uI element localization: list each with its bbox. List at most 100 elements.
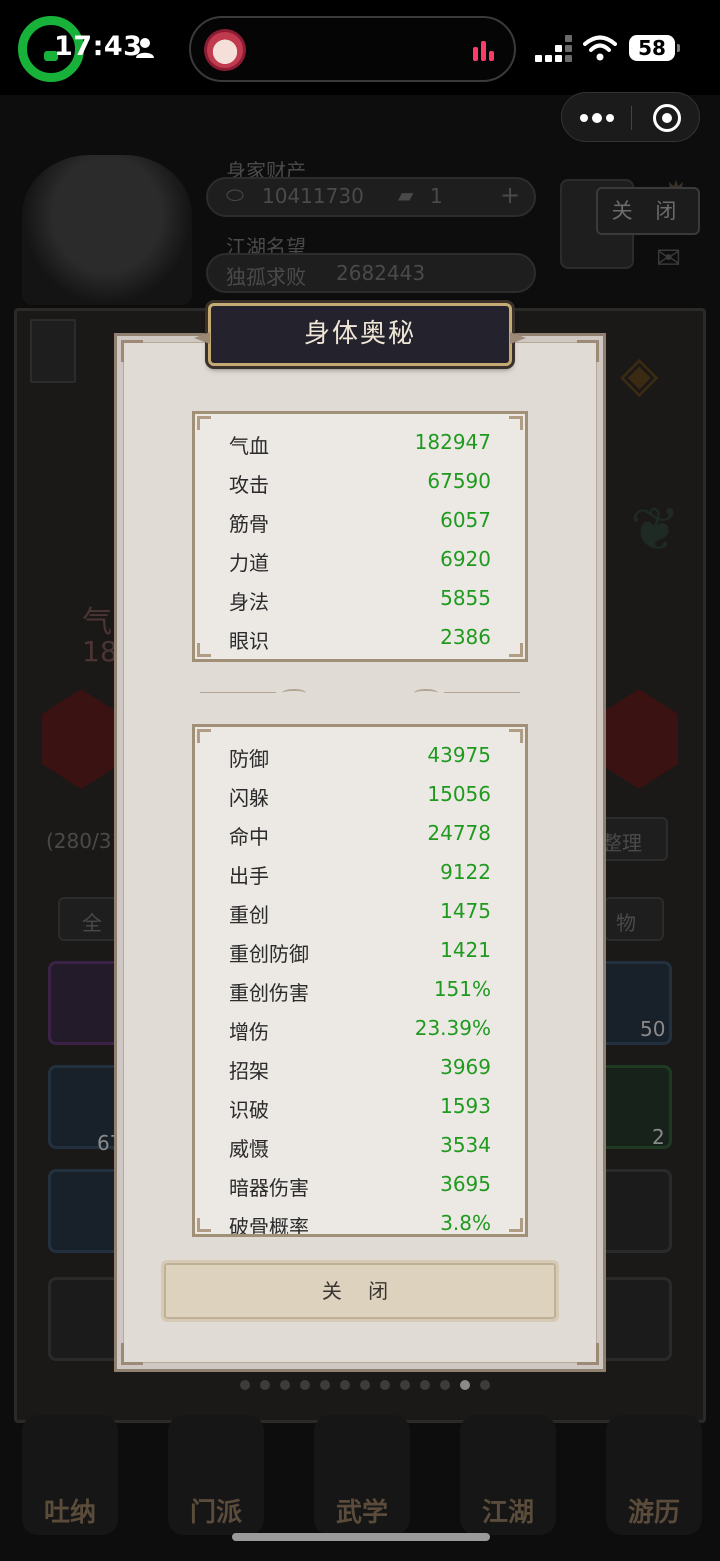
stat-value: 182947: [414, 430, 491, 454]
stat-label: 增伤: [229, 1020, 269, 1044]
tab-all-label: 全: [82, 911, 102, 935]
person-icon: [136, 38, 154, 58]
stat-row: 增伤 23.39%: [229, 1008, 491, 1047]
stat-row: 威慑 3534: [229, 1125, 491, 1164]
stat-value: 1593: [440, 1094, 491, 1118]
secondary-stats-list[interactable]: 防御 43975 闪躲 15056 命中 24778 出手 9122 重创 14…: [192, 724, 528, 1237]
mail-icon[interactable]: ✉: [656, 241, 681, 276]
gem-value: 1: [430, 184, 443, 208]
corner-ornament: [509, 643, 523, 657]
wifi-icon: [583, 35, 617, 61]
stat-label: 筋骨: [229, 512, 269, 536]
stat-value: 3.8%: [440, 1211, 491, 1235]
stat-row: 识破 1593: [229, 1086, 491, 1125]
nav-menpai[interactable]: 门派: [168, 1415, 264, 1535]
dialog-title: 身体奥秘: [303, 319, 416, 349]
nav-youli[interactable]: 游历: [606, 1415, 702, 1535]
nav-tuna[interactable]: 吐纳: [22, 1415, 118, 1535]
battery-icon: 58: [629, 35, 680, 61]
corner-ornament: [509, 416, 523, 430]
post-icon[interactable]: [30, 319, 76, 383]
bag-slot-count: 50: [640, 1017, 666, 1041]
app-avatar-icon: [204, 29, 246, 71]
miniapp-capsule: [561, 92, 700, 142]
stat-row: 闪躲 15056: [229, 774, 491, 813]
tab-item-label: 物: [616, 911, 636, 935]
close-button[interactable]: 关 闭: [161, 1260, 559, 1322]
nav-youli-label: 游历: [627, 1498, 680, 1528]
background-close-button[interactable]: 关 闭: [596, 187, 700, 235]
stat-value: 6920: [440, 547, 491, 571]
stat-label: 气血: [229, 434, 269, 458]
stat-label: 重创: [229, 903, 269, 927]
nav-wuxue-label: 武学: [335, 1498, 388, 1528]
stat-label: 重创伤害: [229, 981, 309, 1005]
stat-row: 命中 24778: [229, 813, 491, 852]
dynamic-island[interactable]: [189, 16, 516, 82]
stat-row: 力道 6920: [229, 539, 491, 578]
corner-ornament: [509, 1218, 523, 1232]
bag-slot-count: 2: [652, 1125, 665, 1149]
audio-bars-icon: [473, 41, 494, 61]
corner-ornament: [197, 643, 211, 657]
bag-count: (280/31: [46, 829, 125, 853]
corner-ornament: [577, 340, 599, 362]
gold-icon: ⬭: [226, 183, 244, 207]
hp-value-partial: 18: [82, 635, 118, 668]
nav-wuxue[interactable]: 武学: [314, 1415, 410, 1535]
stat-value: 1421: [440, 938, 491, 962]
stat-value: 9122: [440, 860, 491, 884]
stat-label: 重创防御: [229, 942, 309, 966]
stat-value: 23.39%: [414, 1016, 491, 1040]
stat-row: 气血 182947: [229, 422, 491, 461]
stat-value: 15056: [427, 782, 491, 806]
stat-value: 24778: [427, 821, 491, 845]
stat-row: 重创 1475: [229, 891, 491, 930]
character-portrait[interactable]: [22, 155, 192, 305]
stat-row: 出手 9122: [229, 852, 491, 891]
nav-tuna-label: 吐纳: [43, 1498, 96, 1528]
stat-row: 破骨概率 3.8%: [229, 1203, 491, 1235]
nav-menpai-label: 门派: [189, 1498, 242, 1528]
corner-ornament: [509, 729, 523, 743]
status-bar: 17:43 58: [0, 0, 720, 95]
feather-item-icon[interactable]: ❦: [630, 495, 680, 565]
stat-row: 重创防御 1421: [229, 930, 491, 969]
stat-row: 攻击 67590: [229, 461, 491, 500]
stat-row: 暗器伤害 3695: [229, 1164, 491, 1203]
corner-ornament: [121, 1343, 143, 1365]
corner-ornament: [197, 416, 211, 430]
stat-label: 命中: [229, 825, 269, 849]
corner-ornament: [197, 1218, 211, 1232]
stat-value: 2386: [440, 625, 491, 649]
dialog-title-plate: 身体奥秘: [194, 303, 526, 366]
nav-jianghu[interactable]: 江湖: [460, 1415, 556, 1535]
corner-ornament: [121, 340, 143, 362]
close-button-label: 关 闭: [321, 1279, 399, 1303]
stat-label: 闪躲: [229, 786, 269, 810]
more-icon[interactable]: [580, 113, 614, 123]
stat-row: 重创伤害 151%: [229, 969, 491, 1008]
medal-icon[interactable]: ◈: [620, 345, 658, 403]
page-dots: [240, 1380, 490, 1390]
stat-label: 出手: [229, 864, 269, 888]
stat-value: 43975: [427, 743, 491, 767]
stat-label: 暗器伤害: [229, 1176, 309, 1200]
stat-label: 攻击: [229, 473, 269, 497]
stat-label: 招架: [229, 1059, 269, 1083]
nav-jianghu-label: 江湖: [481, 1498, 534, 1528]
stat-value: 151%: [433, 977, 491, 1001]
stat-value: 3969: [440, 1055, 491, 1079]
primary-stats-box: 气血 182947 攻击 67590 筋骨 6057 力道 6920 身法 58…: [192, 411, 528, 662]
stat-value: 1475: [440, 899, 491, 923]
stat-row: 防御 43975: [229, 735, 491, 774]
stat-label: 身法: [229, 590, 269, 614]
fame-value: 2682443: [336, 261, 426, 285]
target-icon[interactable]: [653, 104, 681, 132]
add-gem-icon[interactable]: +: [500, 181, 520, 209]
corner-ornament: [197, 729, 211, 743]
stat-value: 6057: [440, 508, 491, 532]
fame-rank: 独孤求败: [226, 265, 306, 289]
corner-ornament: [577, 1343, 599, 1365]
home-indicator[interactable]: [232, 1533, 490, 1541]
